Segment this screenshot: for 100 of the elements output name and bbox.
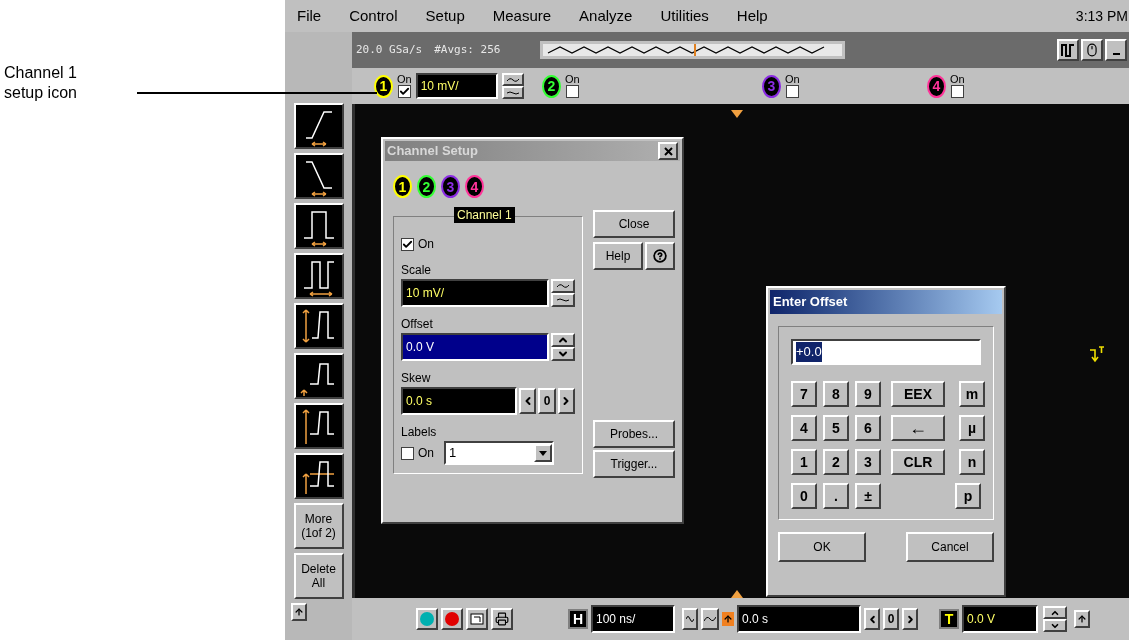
- skew-right-button[interactable]: [557, 388, 575, 414]
- scale-down-button[interactable]: [551, 293, 575, 307]
- channel-badge[interactable]: 4: [927, 74, 946, 98]
- measurement-button[interactable]: [293, 303, 344, 349]
- channel-on-checkbox[interactable]: [565, 85, 579, 98]
- menu-item[interactable]: File: [297, 4, 322, 28]
- keypad-key[interactable]: CLR: [891, 449, 945, 475]
- keypad-key[interactable]: .: [823, 483, 849, 509]
- channel-badge[interactable]: 3: [441, 175, 460, 198]
- probes-button[interactable]: Probes...: [593, 420, 675, 448]
- side-button[interactable]: More (1of 2): [293, 503, 344, 549]
- channel-badge[interactable]: 2: [417, 175, 436, 198]
- scale-up-button[interactable]: [501, 73, 524, 86]
- close-button[interactable]: [658, 142, 678, 160]
- trigger-button[interactable]: Trigger...: [593, 450, 675, 478]
- keypad-key[interactable]: p: [955, 483, 981, 509]
- skew-left-button[interactable]: [519, 388, 537, 414]
- measurement-button[interactable]: [293, 453, 344, 499]
- minimize-button[interactable]: [1105, 39, 1127, 61]
- channel-badge[interactable]: 4: [465, 175, 484, 198]
- keypad-key[interactable]: 9: [855, 381, 881, 407]
- label-dropdown[interactable]: 1: [444, 441, 554, 465]
- measurement-button[interactable]: [293, 403, 344, 449]
- measurement-button[interactable]: [293, 153, 344, 199]
- window-button[interactable]: [466, 608, 488, 630]
- keypad-key[interactable]: 0: [791, 483, 817, 509]
- offset-down-button[interactable]: [551, 347, 575, 361]
- offset-up-button[interactable]: [551, 333, 575, 347]
- mouse-button[interactable]: [1081, 39, 1103, 61]
- menu-item[interactable]: Measure: [492, 4, 552, 28]
- on-checkbox[interactable]: [401, 237, 414, 251]
- horizontal-position-field[interactable]: 0.0 s: [737, 605, 861, 633]
- channel-on-checkbox[interactable]: [397, 85, 411, 98]
- keypad-key[interactable]: m: [959, 381, 985, 407]
- skew-step-button[interactable]: 0: [538, 388, 556, 414]
- keypad-key[interactable]: ±: [855, 483, 881, 509]
- scale-down-button[interactable]: [501, 86, 524, 99]
- trigger-level-field[interactable]: 0.0 V: [962, 605, 1038, 633]
- channel-badge[interactable]: 1: [374, 74, 393, 98]
- channel-on-checkbox[interactable]: [785, 85, 799, 98]
- channel-badge[interactable]: 1: [393, 175, 412, 198]
- keypad-key[interactable]: 3: [855, 449, 881, 475]
- scale-down-button[interactable]: [682, 608, 698, 630]
- horizontal-scale-field[interactable]: 100 ns/: [591, 605, 675, 633]
- keypad-key[interactable]: EEX: [891, 381, 945, 407]
- skew-label: Skew: [401, 370, 432, 387]
- offset-input[interactable]: +0.0: [791, 339, 981, 365]
- keypad-key[interactable]: 5: [823, 415, 849, 441]
- offset-field[interactable]: 0.0 V: [401, 333, 549, 361]
- position-left-button[interactable]: [864, 608, 880, 630]
- menu-item[interactable]: Control: [349, 4, 398, 28]
- print-button[interactable]: [491, 608, 513, 630]
- skew-field[interactable]: 0.0 s: [401, 387, 518, 415]
- keypad-key[interactable]: n: [959, 449, 985, 475]
- level-up-button[interactable]: [1043, 606, 1067, 619]
- channel-on-label: On: [785, 74, 800, 85]
- channel-badge[interactable]: 3: [762, 74, 781, 98]
- keypad-key[interactable]: 7: [791, 381, 817, 407]
- keypad-key[interactable]: 4: [791, 415, 817, 441]
- scale-label: Scale: [401, 262, 433, 279]
- measurement-button[interactable]: [293, 203, 344, 249]
- scale-field[interactable]: 10 mV/: [401, 279, 549, 307]
- side-button[interactable]: Delete All: [293, 553, 344, 599]
- square-wave-button[interactable]: [1057, 39, 1079, 61]
- keypad-key[interactable]: 8: [823, 381, 849, 407]
- scale-up-button[interactable]: [701, 608, 719, 630]
- whats-this-button[interactable]: [645, 242, 675, 270]
- position-right-button[interactable]: [902, 608, 918, 630]
- channel-scale-field[interactable]: 10 mV/: [415, 73, 498, 99]
- menu-item[interactable]: Utilities: [660, 4, 709, 28]
- wave-icon: [557, 297, 569, 303]
- labels-on-checkbox[interactable]: [401, 446, 414, 460]
- channel-badge[interactable]: 2: [542, 74, 561, 98]
- measurement-button[interactable]: [293, 253, 344, 299]
- channel-on-label: On: [565, 74, 580, 85]
- level-down-button[interactable]: [1043, 619, 1067, 632]
- keypad-key[interactable]: 6: [855, 415, 881, 441]
- measurement-button[interactable]: [293, 103, 344, 149]
- keypad-key[interactable]: 1: [791, 449, 817, 475]
- close-icon: [663, 146, 673, 156]
- up-arrow-button[interactable]: [1074, 610, 1090, 628]
- ok-button[interactable]: OK: [778, 532, 866, 562]
- cancel-button[interactable]: Cancel: [906, 532, 994, 562]
- run-button[interactable]: [416, 608, 438, 630]
- channel-on-checkbox[interactable]: [950, 85, 964, 98]
- backspace-key[interactable]: ←: [891, 415, 945, 441]
- labels-label: Labels: [401, 424, 438, 441]
- measurement-button[interactable]: [293, 353, 344, 399]
- up-arrow-button[interactable]: [290, 603, 307, 621]
- keypad-key[interactable]: µ: [959, 415, 985, 441]
- averages-text: #Avgs: 256: [434, 41, 501, 58]
- menu-item[interactable]: Setup: [425, 4, 465, 28]
- close-dialog-button[interactable]: Close: [593, 210, 675, 238]
- help-button[interactable]: Help: [593, 242, 643, 270]
- scale-up-button[interactable]: [551, 279, 575, 293]
- position-step-button[interactable]: 0: [883, 608, 899, 630]
- keypad-key[interactable]: 2: [823, 449, 849, 475]
- stop-button[interactable]: [441, 608, 463, 630]
- menu-item[interactable]: Analyze: [579, 4, 633, 28]
- menu-item[interactable]: Help: [736, 4, 768, 28]
